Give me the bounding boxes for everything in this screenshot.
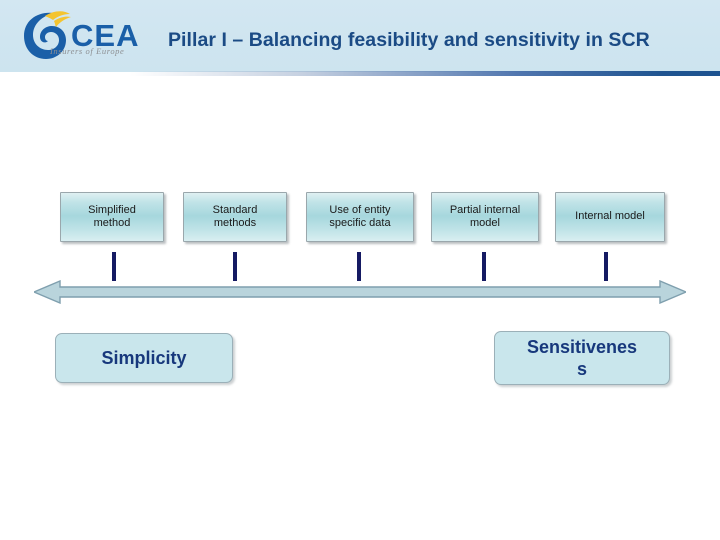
axis-tick-2 [233, 252, 237, 281]
cea-logo: CEA Insurers of Europe [14, 6, 154, 62]
slide-canvas: CEA Insurers of Europe Pillar I – Balanc… [0, 0, 720, 540]
axis-tick-5 [604, 252, 608, 281]
logo-tagline: Insurers of Europe [50, 46, 125, 56]
method-box-label: Simplified method [88, 203, 136, 230]
method-box-label: Partial internal model [449, 203, 521, 230]
axis-tick-4 [482, 252, 486, 281]
method-box-simplified-method: Simplified method [60, 192, 164, 242]
header-accent-line [0, 71, 720, 76]
method-box-standard-methods: Standard methods [183, 192, 287, 242]
axis-tick-1 [112, 252, 116, 281]
method-box-label: Internal model [575, 210, 645, 223]
method-box-internal-model: Internal model [555, 192, 665, 242]
method-box-label: Standard methods [212, 203, 258, 230]
end-label-sensitiveness: Sensitivenes s [494, 331, 670, 385]
end-label-simplicity: Simplicity [55, 333, 233, 383]
double-headed-arrow [34, 280, 686, 304]
axis-tick-3 [357, 252, 361, 281]
method-box-label: Use of entity specific data [329, 203, 391, 230]
method-box-use-of-entity-specific-data: Use of entity specific data [306, 192, 414, 242]
end-label-text: Sensitivenes s [526, 337, 638, 379]
method-box-partial-internal-model: Partial internal model [431, 192, 539, 242]
slide-title: Pillar I – Balancing feasibility and sen… [168, 29, 650, 51]
end-label-text: Simplicity [101, 348, 187, 368]
